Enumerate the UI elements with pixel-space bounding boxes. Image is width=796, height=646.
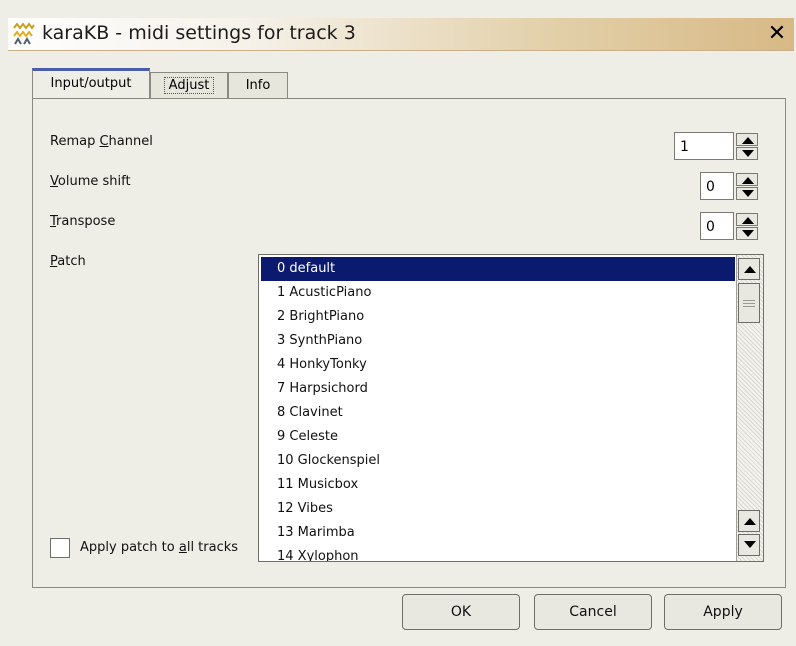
transpose-input[interactable]: 0 <box>700 212 734 240</box>
patch-listbox[interactable]: 0 default 1 AcusticPiano 2 BrightPiano 3 Sy… <box>258 254 764 562</box>
ok-button[interactable]: OK <box>402 594 520 630</box>
tab-adjust[interactable]: Adjust <box>150 72 228 99</box>
scroll-up-lower-button[interactable] <box>738 510 760 532</box>
arrow-up-icon <box>742 177 754 184</box>
tab-label: Info <box>245 78 271 93</box>
apply-all-label[interactable]: Apply patch to all tracks <box>80 540 238 555</box>
remap-channel-down-button[interactable] <box>736 147 758 160</box>
scroll-thumb[interactable] <box>738 283 760 323</box>
apply-button[interactable]: Apply <box>664 594 782 630</box>
cancel-button[interactable]: Cancel <box>534 594 652 630</box>
tab-label: Input/output <box>50 76 132 91</box>
remap-channel-up-button[interactable] <box>736 133 758 146</box>
tab-info[interactable]: Info <box>228 72 288 99</box>
scroll-up-button[interactable] <box>738 258 760 280</box>
tab-label: Adjust <box>163 77 215 94</box>
arrow-up-icon <box>742 137 754 144</box>
remap-channel-label: Remap Channel <box>50 134 153 149</box>
apply-all-checkbox[interactable] <box>50 538 70 558</box>
transpose-label: Transpose <box>50 214 116 229</box>
patch-list-item[interactable]: 1 AcusticPiano <box>261 281 735 305</box>
patch-list-scrollbar[interactable] <box>736 255 763 561</box>
volume-shift-spinbox[interactable]: 0 <box>700 172 764 202</box>
patch-list-item[interactable]: 10 Glockenspiel <box>261 449 735 473</box>
close-icon: ✕ <box>767 21 787 46</box>
scroll-down-button[interactable] <box>738 534 760 556</box>
arrow-down-icon <box>742 150 754 157</box>
transpose-spinbox[interactable]: 0 <box>700 212 764 242</box>
patch-label: Patch <box>50 254 86 269</box>
patch-list-item[interactable]: 0 default <box>261 257 735 281</box>
patch-list-item[interactable]: 7 Harpsichord <box>261 377 735 401</box>
patch-list-item[interactable]: 8 Clavinet <box>261 401 735 425</box>
arrow-up-icon <box>742 217 754 224</box>
dialog-window: karaKB - midi settings for track 3 ✕ Inp… <box>0 0 796 646</box>
volume-shift-label: Volume shift <box>50 174 131 189</box>
patch-list-item[interactable]: 12 Vibes <box>261 497 735 521</box>
scroll-down-arrow-icon <box>744 541 756 548</box>
volume-shift-down-button[interactable] <box>736 187 758 200</box>
patch-list-item[interactable]: 9 Celeste <box>261 425 735 449</box>
remap-channel-spinbox[interactable]: 1 <box>674 132 764 162</box>
patch-list-item[interactable]: 3 SynthPiano <box>261 329 735 353</box>
arrow-down-icon <box>742 190 754 197</box>
close-button[interactable]: ✕ <box>764 20 790 48</box>
transpose-up-button[interactable] <box>736 213 758 226</box>
scroll-up-arrow-icon <box>744 266 756 273</box>
patch-list-item[interactable]: 4 HonkyTonky <box>261 353 735 377</box>
patch-list-item[interactable]: 14 Xylophon <box>261 545 735 561</box>
patch-list-items: 0 default 1 AcusticPiano 2 BrightPiano 3 Sy… <box>261 257 735 561</box>
volume-shift-input[interactable]: 0 <box>700 172 734 200</box>
volume-shift-up-button[interactable] <box>736 173 758 186</box>
karakb-app-icon <box>13 22 35 45</box>
arrow-down-icon <box>742 230 754 237</box>
scroll-up-arrow-icon <box>744 518 756 525</box>
title-bar[interactable]: karaKB - midi settings for track 3 ✕ <box>8 18 794 51</box>
tab-input-output[interactable]: Input/output <box>32 68 150 102</box>
window-title: karaKB - midi settings for track 3 <box>42 22 356 44</box>
patch-list-item[interactable]: 11 Musicbox <box>261 473 735 497</box>
transpose-down-button[interactable] <box>736 227 758 240</box>
remap-channel-input[interactable]: 1 <box>674 132 734 160</box>
patch-list-item[interactable]: 2 BrightPiano <box>261 305 735 329</box>
patch-list-item[interactable]: 13 Marimba <box>261 521 735 545</box>
